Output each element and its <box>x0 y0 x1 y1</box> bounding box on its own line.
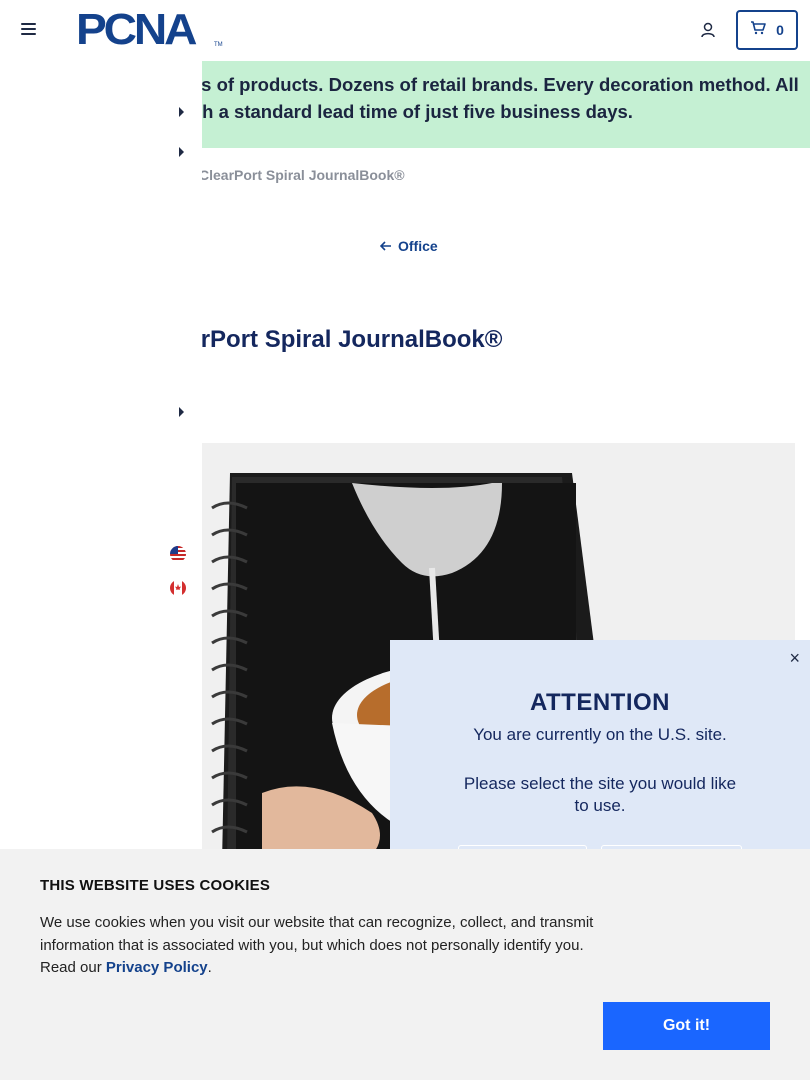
site-selection-modal: × ATTENTION You are currently on the U.S… <box>390 640 810 875</box>
banner-line-1: ls of products. Dozens of retail brands.… <box>202 74 799 95</box>
menu-icon[interactable] <box>21 23 36 36</box>
modal-select-site-text: Please select the site you would like to… <box>463 774 737 815</box>
cookie-body-period: . <box>207 959 212 976</box>
logo-trademark: TM <box>214 42 223 48</box>
breadcrumb-current[interactable]: ClearPort Spiral JournalBook® <box>199 167 405 183</box>
close-icon[interactable]: × <box>789 648 800 669</box>
back-to-office-link[interactable]: Office <box>379 238 438 254</box>
nav-expand-caret-icon[interactable] <box>179 407 184 417</box>
pcna-logo[interactable]: PCNA TM <box>76 5 226 54</box>
nav-expand-caret-icon[interactable] <box>179 107 184 117</box>
modal-current-site-text: You are currently on the U.S. site. <box>473 725 727 744</box>
canada-flag-icon[interactable] <box>170 580 186 596</box>
back-link-label: Office <box>398 238 438 254</box>
promo-banner: ls of products. Dozens of retail brands.… <box>202 61 810 148</box>
cart-icon <box>750 20 766 40</box>
cookie-title: THIS WEBSITE USES COOKIES <box>40 877 271 894</box>
cart-count: 0 <box>776 22 784 38</box>
cookie-banner: THIS WEBSITE USES COOKIES We use cookies… <box>0 849 810 1080</box>
banner-line-2: th a standard lead time of just five bus… <box>202 101 633 122</box>
account-icon[interactable] <box>699 21 717 39</box>
cookie-accept-button[interactable]: Got it! <box>603 1002 770 1050</box>
page: PCNA TM 0 ls of products. Dozens of reta… <box>0 0 810 1080</box>
us-flag-icon[interactable] <box>170 546 186 562</box>
privacy-policy-link[interactable]: Privacy Policy <box>106 959 208 976</box>
arrow-left-icon <box>379 238 392 254</box>
cookie-body: We use cookies when you visit our websit… <box>40 912 600 980</box>
product-title: ClearPort Spiral JournalBook® <box>150 326 503 353</box>
cart-button[interactable]: 0 <box>736 10 798 50</box>
side-nav-drawer <box>0 61 202 861</box>
modal-title: ATTENTION <box>529 689 671 716</box>
site-header: PCNA TM 0 <box>0 0 810 61</box>
nav-expand-caret-icon[interactable] <box>179 147 184 157</box>
logo-text: PCNA <box>76 5 197 54</box>
